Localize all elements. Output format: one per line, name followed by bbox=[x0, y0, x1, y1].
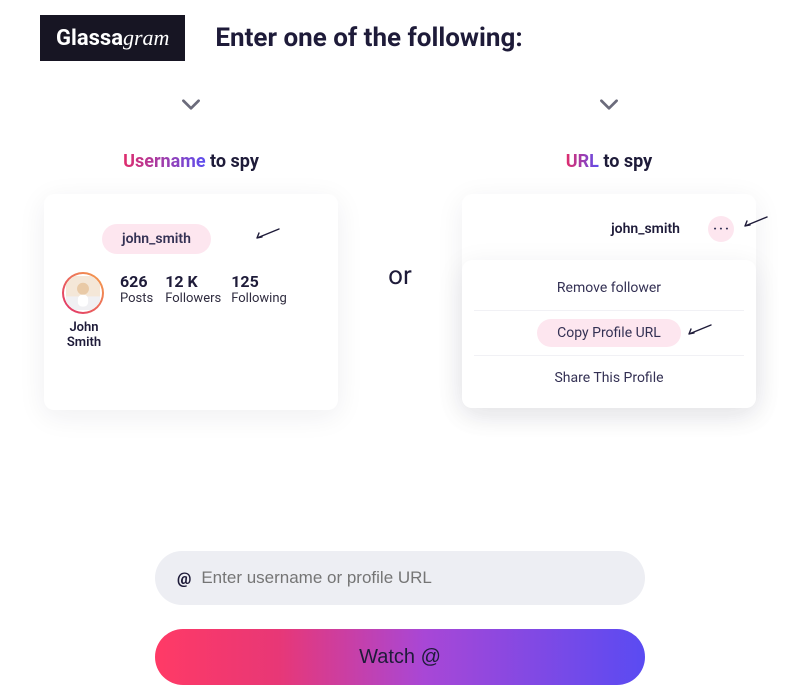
username-pill[interactable]: john_smith bbox=[102, 224, 211, 254]
username-card: john_smith bbox=[44, 194, 338, 410]
brand-part2: gram bbox=[123, 25, 169, 50]
left-subhead-rest: to spy bbox=[206, 151, 259, 172]
search-bar[interactable]: @ bbox=[155, 551, 645, 605]
right-subhead-colored: URL bbox=[566, 151, 599, 172]
left-subhead-colored: Username bbox=[123, 151, 205, 172]
url-card: john_smith ··· Remove follower Copy Prof… bbox=[462, 194, 756, 408]
arrow-annotation-icon bbox=[686, 323, 712, 337]
page-title: Enter one of the following: bbox=[215, 23, 522, 53]
profile-menu: Remove follower Copy Profile URL Share T… bbox=[462, 260, 756, 408]
right-subhead-rest: to spy bbox=[599, 151, 652, 172]
or-divider: or bbox=[388, 261, 412, 291]
chevron-down-icon bbox=[178, 91, 204, 121]
url-card-username: john_smith bbox=[611, 221, 680, 237]
stat-posts: 626 Posts bbox=[120, 272, 153, 306]
brand-part1: Glassa bbox=[56, 26, 123, 51]
display-name: John Smith bbox=[62, 320, 106, 350]
menu-copy-profile-url[interactable]: Copy Profile URL bbox=[474, 310, 744, 355]
menu-remove-follower[interactable]: Remove follower bbox=[474, 266, 744, 310]
more-options-button[interactable]: ··· bbox=[708, 216, 734, 242]
arrow-annotation-icon bbox=[742, 214, 768, 228]
chevron-down-icon bbox=[596, 91, 622, 121]
watch-button[interactable]: Watch @ bbox=[155, 629, 645, 685]
arrow-annotation-icon bbox=[254, 226, 280, 240]
brand-logo: Glassagram bbox=[40, 15, 185, 61]
search-input[interactable] bbox=[201, 568, 623, 588]
right-subhead: URL to spy bbox=[566, 151, 652, 172]
menu-share-profile[interactable]: Share This Profile bbox=[474, 355, 744, 400]
stat-following: 125 Following bbox=[231, 272, 287, 306]
avatar[interactable] bbox=[62, 272, 104, 314]
stat-followers: 12 K Followers bbox=[165, 272, 221, 306]
profile-stats: 626 Posts 12 K Followers 125 Following bbox=[120, 272, 287, 306]
left-subhead: Username to spy bbox=[123, 151, 259, 172]
at-icon: @ bbox=[177, 569, 191, 588]
